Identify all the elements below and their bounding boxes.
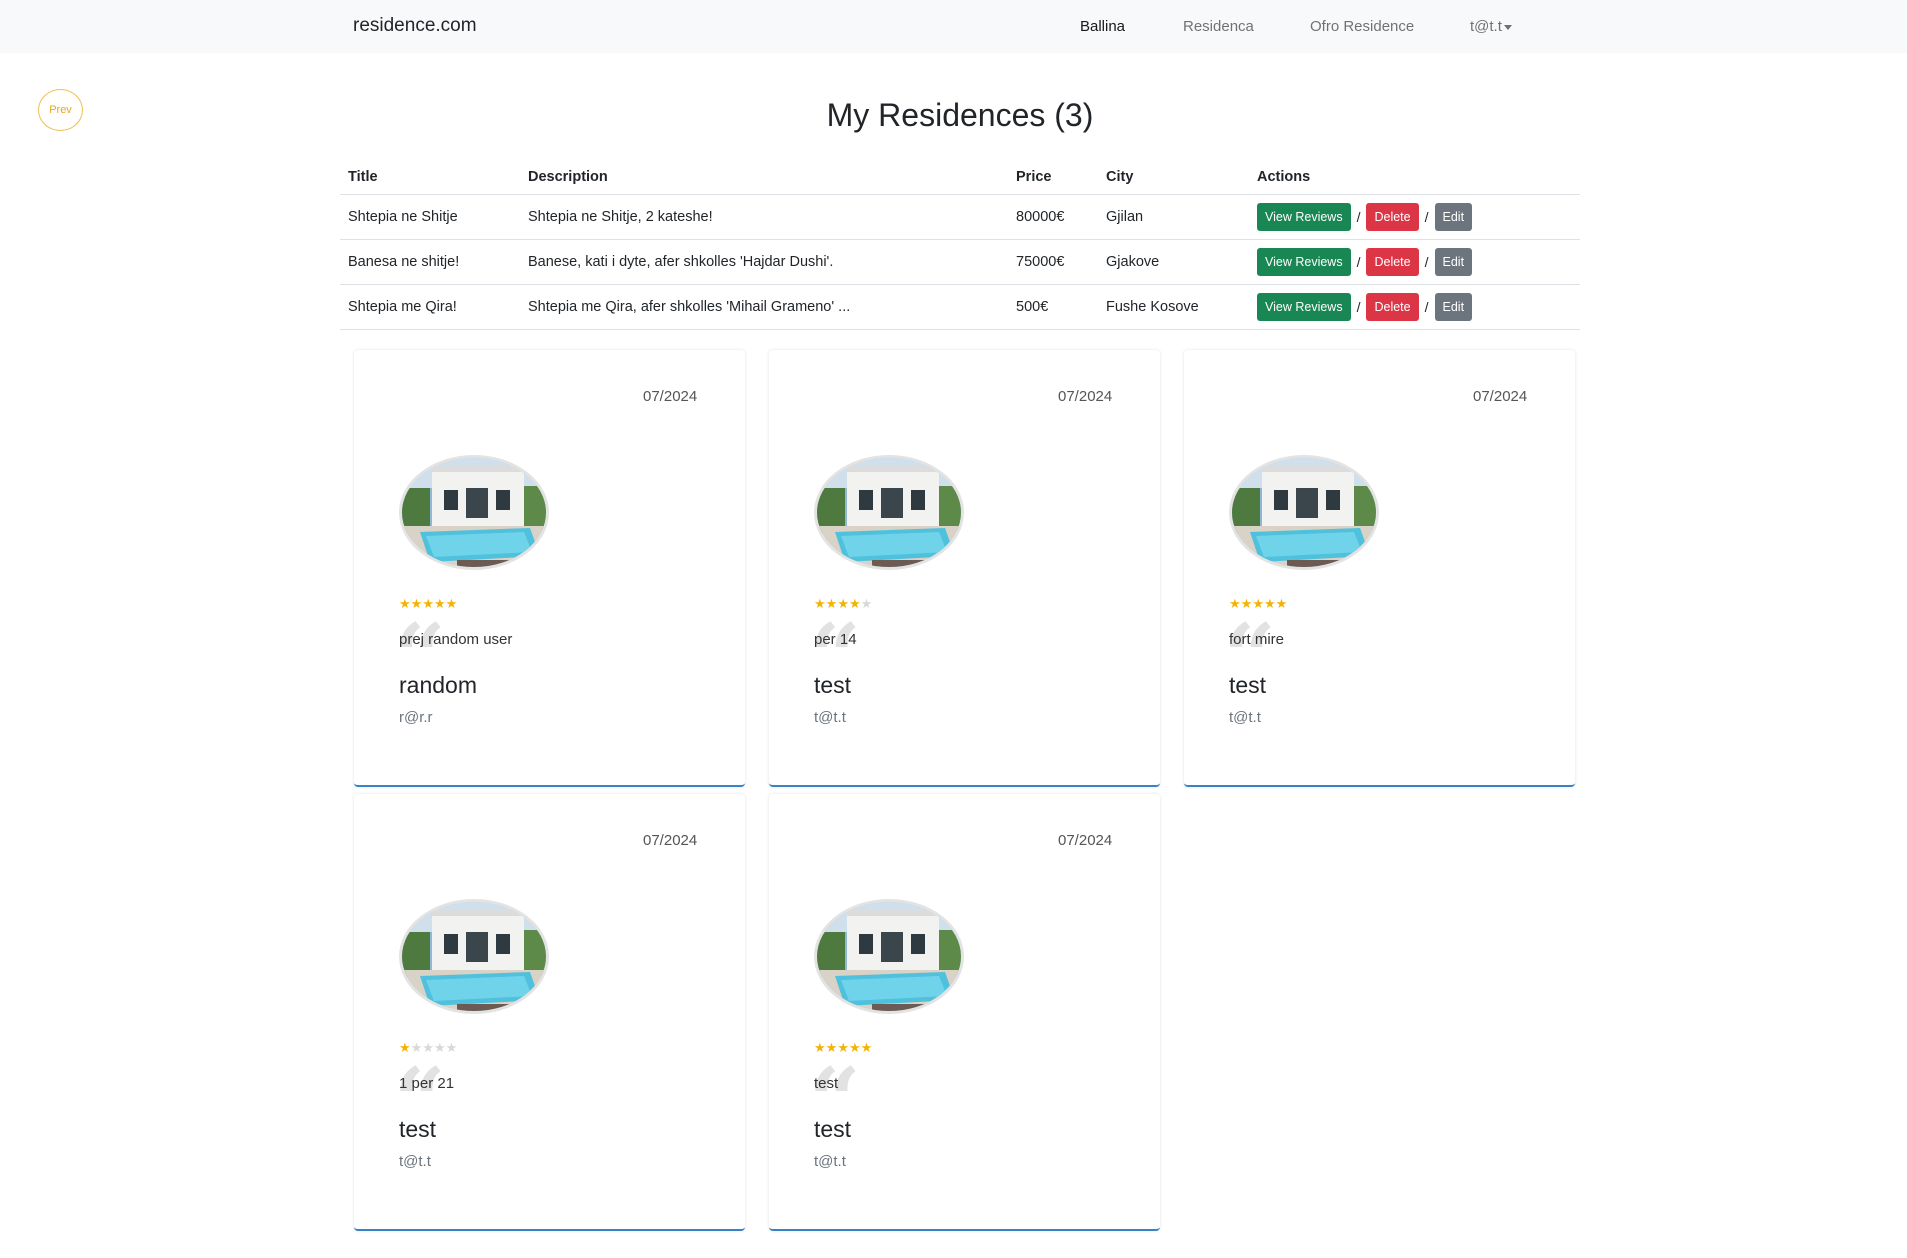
review-card: 07/2024 ★★★★★ “ per 14 test t@t.t [769, 350, 1160, 787]
view-reviews-button[interactable]: View Reviews [1257, 202, 1351, 231]
nav-link-ofro-residence[interactable]: Ofro Residence [1310, 18, 1414, 35]
brand-link[interactable]: residence.com [353, 15, 477, 37]
navbar: residence.com Ballina Residenca Ofro Res… [0, 0, 1907, 53]
review-card: 07/2024 ★★★★★ “ prej random user random [354, 350, 745, 787]
review-card: 07/2024 ★★★★★ “ fort mire test t@t.t [1184, 350, 1575, 787]
review-card: 07/2024 ★★★★★ “ test test t@t.t [769, 794, 1160, 1231]
table-header-row: Title Description Price City Actions [340, 160, 1580, 195]
cell-price: 75000€ [1008, 239, 1098, 285]
caret-down-icon [1503, 24, 1512, 30]
star-icon: ★ [860, 1040, 873, 1055]
edit-button[interactable]: Edit [1434, 202, 1473, 231]
reviewer-email: t@t.t [1229, 709, 1261, 726]
delete-button[interactable]: Delete [1366, 292, 1419, 321]
reviewer-name: test [399, 1116, 437, 1142]
view-reviews-button[interactable]: View Reviews [1257, 292, 1351, 321]
residence-photo [814, 455, 964, 570]
reviewer-email: t@t.t [399, 1153, 431, 1170]
column-header-price: Price [1008, 160, 1098, 195]
pool-house-image [402, 902, 546, 1011]
residence-photo [399, 899, 549, 1014]
cell-actions: View Reviews / Delete / Edit [1249, 194, 1580, 240]
table-row: Shtepia ne Shitje Shtepia ne Shitje, 2 k… [340, 194, 1580, 240]
residences-table: Title Description Price City Actions Sht… [340, 160, 1580, 330]
review-card: 07/2024 ★★★★★ “ 1 per 21 test t@t.t [354, 794, 745, 1231]
reviewer-name: test [1229, 672, 1267, 698]
action-separator: / [1424, 208, 1429, 225]
cell-actions: View Reviews / Delete / Edit [1249, 284, 1580, 330]
action-separator: / [1356, 298, 1361, 315]
cell-title: Banesa ne shitje! [340, 239, 520, 285]
cell-city: Gjilan [1098, 194, 1249, 240]
residence-photo [1229, 455, 1379, 570]
reviewer-email: t@t.t [814, 709, 846, 726]
review-date: 07/2024 [1058, 832, 1113, 849]
review-comment: fort mire [1229, 631, 1285, 648]
action-separator: / [1356, 208, 1361, 225]
star-icon: ★ [445, 1040, 458, 1055]
user-menu-dropdown[interactable]: t@t.t [1470, 18, 1512, 35]
review-date: 07/2024 [1058, 388, 1113, 405]
edit-button[interactable]: Edit [1434, 292, 1473, 321]
table-row: Banesa ne shitje! Banese, kati i dyte, a… [340, 239, 1580, 285]
page-title: My Residences (3) [826, 97, 1094, 133]
star-icon: ★ [860, 596, 873, 611]
action-separator: / [1424, 253, 1429, 270]
delete-button[interactable]: Delete [1366, 202, 1419, 231]
cell-description: Banese, kati i dyte, afer shkolles 'Hajd… [520, 239, 1008, 285]
review-comment: prej random user [399, 631, 513, 648]
nav-link-residenca[interactable]: Residenca [1183, 18, 1254, 35]
review-date: 07/2024 [643, 832, 698, 849]
cell-city: Fushe Kosove [1098, 284, 1249, 330]
reviewer-name: random [399, 672, 477, 698]
edit-button[interactable]: Edit [1434, 247, 1473, 276]
review-comment: per 14 [814, 631, 857, 648]
cell-price: 500€ [1008, 284, 1098, 330]
cell-price: 80000€ [1008, 194, 1098, 240]
review-comment: 1 per 21 [399, 1075, 455, 1092]
pool-house-image [1232, 458, 1376, 567]
column-header-city: City [1098, 160, 1249, 195]
review-date: 07/2024 [1473, 388, 1528, 405]
pool-house-image [402, 458, 546, 567]
action-separator: / [1424, 298, 1429, 315]
cell-actions: View Reviews / Delete / Edit [1249, 239, 1580, 285]
cell-city: Gjakove [1098, 239, 1249, 285]
cell-title: Shtepia me Qira! [340, 284, 520, 330]
nav-link-ballina[interactable]: Ballina [1080, 18, 1125, 35]
reviewer-name: test [814, 672, 852, 698]
action-separator: / [1356, 253, 1361, 270]
cell-description: Shtepia ne Shitje, 2 kateshe! [520, 194, 1008, 240]
reviewer-name: test [814, 1116, 852, 1142]
star-icon: ★ [445, 596, 458, 611]
star-icon: ★ [1275, 596, 1288, 611]
delete-button[interactable]: Delete [1366, 247, 1419, 276]
review-comment: test [814, 1075, 839, 1092]
pool-house-image [817, 902, 961, 1011]
residence-photo [814, 899, 964, 1014]
table-row: Shtepia me Qira! Shtepia me Qira, afer s… [340, 284, 1580, 330]
user-menu-label: t@t.t [1470, 18, 1502, 35]
column-header-description: Description [520, 160, 1008, 195]
reviewer-email: t@t.t [814, 1153, 846, 1170]
cell-description: Shtepia me Qira, afer shkolles 'Mihail G… [520, 284, 1008, 330]
review-date: 07/2024 [643, 388, 698, 405]
residence-photo [399, 455, 549, 570]
column-header-actions: Actions [1249, 160, 1580, 195]
view-reviews-button[interactable]: View Reviews [1257, 247, 1351, 276]
column-header-title: Title [340, 160, 520, 195]
pool-house-image [817, 458, 961, 567]
reviewer-email: r@r.r [399, 709, 433, 726]
cell-title: Shtepia ne Shitje [340, 194, 520, 240]
